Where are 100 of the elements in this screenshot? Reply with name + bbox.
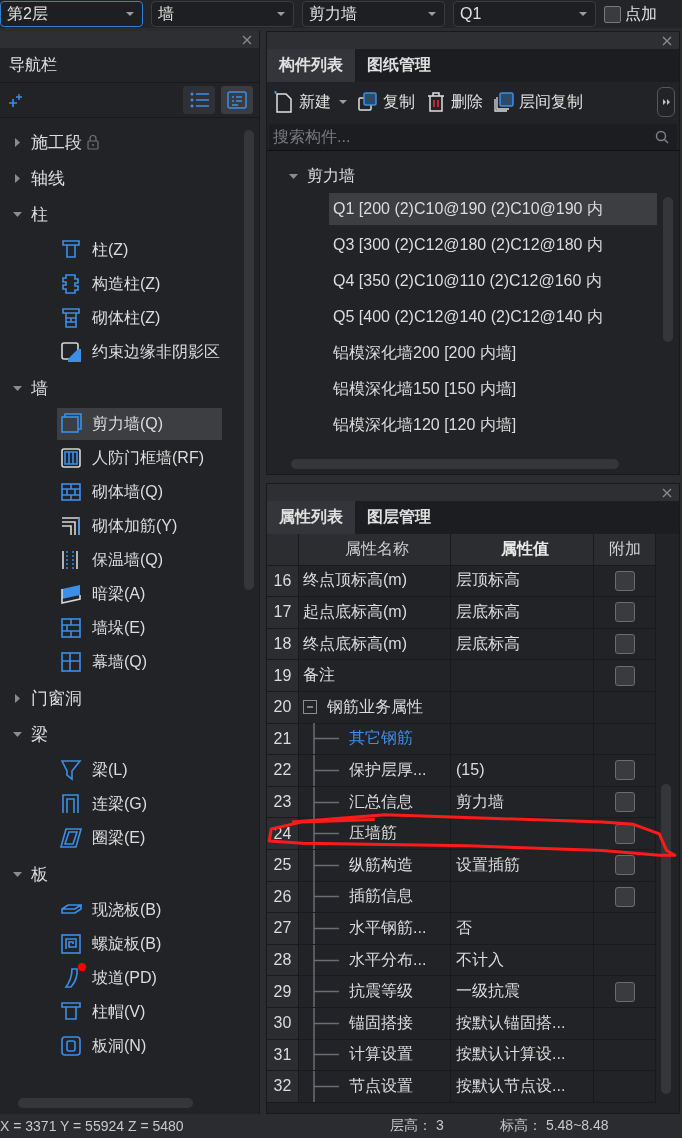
checkbox-label: 点加 xyxy=(625,3,657,24)
checkbox[interactable] xyxy=(614,886,635,907)
status-text: X = 3371 Y = 55924 Z = 5480 xyxy=(0,1118,185,1134)
dropdown[interactable]: 剪力墙 xyxy=(302,1,445,27)
tree-item[interactable]: 施工段 xyxy=(31,130,100,154)
tree-item[interactable]: 现浇板(B) xyxy=(57,894,222,926)
list-item[interactable]: Q4 [350 (2)C10@110 (2)C12@160 内 xyxy=(329,265,657,297)
square-icon xyxy=(60,341,82,363)
pillar-icon xyxy=(60,307,82,329)
tree-item[interactable]: 砌体加筋(Y) xyxy=(57,510,222,542)
checkbox[interactable] xyxy=(614,792,635,813)
tree-item[interactable]: 柱帽(V) xyxy=(57,996,222,1028)
more-button[interactable] xyxy=(657,87,675,117)
tree-item[interactable]: 幕墙(Q) xyxy=(57,646,222,678)
checkbox[interactable] xyxy=(614,665,635,686)
view-button[interactable] xyxy=(183,86,215,114)
property-name: 终点顶标高(m) xyxy=(303,570,407,591)
tree-item[interactable]: 连梁(G) xyxy=(57,788,222,820)
tree-item[interactable]: 墙 xyxy=(31,376,48,400)
tree-item[interactable]: 圈梁(E) xyxy=(57,822,222,854)
row-number: 28 xyxy=(267,944,299,976)
dropdown[interactable]: Q1 xyxy=(453,1,596,27)
status-text: 标高： 5.48~8.48 xyxy=(500,1117,609,1135)
close-button[interactable] xyxy=(661,486,673,499)
tree-item[interactable]: 暗梁(A) xyxy=(57,578,222,610)
tree-item[interactable]: 约束边缘非阴影区 xyxy=(57,336,222,368)
checkbox[interactable] xyxy=(614,855,635,876)
property-name: 水平分布... xyxy=(349,949,427,970)
list-item[interactable]: Q3 [300 (2)C12@180 (2)C12@180 内 xyxy=(329,229,657,261)
tree-item[interactable]: 剪力墙(Q) xyxy=(57,408,222,440)
funnel-icon xyxy=(60,759,82,781)
row-number: 21 xyxy=(267,723,299,755)
list-item[interactable]: 铝模深化墙200 [200 内墙] xyxy=(329,337,657,369)
tree-item[interactable]: 板洞(N) xyxy=(57,1030,222,1062)
tree-item[interactable]: 梁 xyxy=(31,722,48,746)
column-header: 附加 xyxy=(594,534,656,565)
tree-item[interactable]: 梁(L) xyxy=(57,754,222,786)
toolbar-button[interactable]: 新建 xyxy=(271,87,353,117)
close-button[interactable] xyxy=(241,33,253,46)
tree-line xyxy=(313,1039,340,1071)
copy-icon xyxy=(357,91,379,113)
checkbox[interactable] xyxy=(604,5,621,23)
toolbar-button[interactable]: 层间复制 xyxy=(491,87,589,117)
toolbar-button[interactable]: 复制 xyxy=(355,87,421,117)
tree-item[interactable]: 人防门框墙(RF) xyxy=(57,442,222,474)
property-value: 否 xyxy=(456,917,472,938)
sparkle-icon xyxy=(8,92,23,108)
document-list-icon xyxy=(227,91,247,109)
tree-item[interactable]: 板 xyxy=(31,862,48,886)
property-name: 纵筋构造 xyxy=(349,854,413,875)
property-value: 层底标高 xyxy=(456,633,520,654)
tree-item[interactable]: 坡道(PD) xyxy=(57,962,222,994)
tree-line xyxy=(313,818,340,850)
caret-icon xyxy=(579,12,587,16)
checkbox[interactable] xyxy=(614,570,635,591)
list-icon xyxy=(189,91,209,109)
tree-line xyxy=(313,912,340,944)
tree-item[interactable]: 构造柱(Z) xyxy=(57,268,222,300)
tree-line xyxy=(313,976,340,1008)
checkbox[interactable] xyxy=(614,760,635,781)
tree-item[interactable]: 砌体墙(Q) xyxy=(57,476,222,508)
tree-item[interactable]: 柱 xyxy=(31,202,48,226)
close-button[interactable] xyxy=(661,34,673,47)
tab[interactable]: 构件列表 xyxy=(267,49,355,82)
collapse-icon[interactable] xyxy=(303,700,317,715)
dropdown[interactable]: 第2层 xyxy=(0,1,143,27)
tree-item[interactable]: 轴线 xyxy=(31,166,65,190)
dropdown[interactable]: 墙 xyxy=(151,1,294,27)
notification-dot xyxy=(78,963,86,971)
list-item[interactable]: Q5 [400 (2)C12@140 (2)C12@140 内 xyxy=(329,301,657,333)
tree-item[interactable]: 螺旋板(B) xyxy=(57,928,222,960)
caret-icon xyxy=(126,12,134,16)
tab[interactable]: 属性列表 xyxy=(267,501,355,534)
tree-item[interactable]: 砌体柱(Z) xyxy=(57,302,222,334)
list-item[interactable]: Q1 [200 (2)C10@190 (2)C10@190 内 xyxy=(329,193,657,225)
pillar-icon xyxy=(60,1001,82,1023)
link[interactable]: 其它钢筋 xyxy=(349,728,413,750)
tree-item[interactable]: 保温墙(Q) xyxy=(57,544,222,576)
property-name: 插筋信息 xyxy=(349,886,413,907)
tree-line xyxy=(313,754,340,786)
search-field[interactable]: 搜索构件... xyxy=(269,124,677,150)
property-value: 按默认锚固搭... xyxy=(456,1012,566,1033)
tree-item[interactable]: 柱(Z) xyxy=(57,234,222,266)
view-button[interactable] xyxy=(221,86,253,114)
list-item[interactable]: 铝模深化墙150 [150 内墙] xyxy=(329,373,657,405)
tree-item[interactable]: 门窗洞 xyxy=(31,686,82,710)
checkbox[interactable] xyxy=(614,634,635,655)
checkbox[interactable] xyxy=(614,981,635,1002)
tree-item[interactable]: 剪力墙 xyxy=(307,165,355,187)
row-number: 31 xyxy=(267,1039,299,1071)
row-number: 23 xyxy=(267,786,299,818)
tree-line xyxy=(313,1007,340,1039)
list-item[interactable]: 铝模深化墙120 [120 内墙] xyxy=(329,409,657,441)
tree-item[interactable]: 墙垛(E) xyxy=(57,612,222,644)
toolbar-button[interactable]: 删除 xyxy=(423,87,489,117)
row-number: 20 xyxy=(267,691,299,723)
checkbox[interactable] xyxy=(614,602,635,623)
opening-icon xyxy=(60,1035,82,1057)
property-name: 保护层厚... xyxy=(349,759,427,780)
scrollbar[interactable] xyxy=(661,784,671,1094)
